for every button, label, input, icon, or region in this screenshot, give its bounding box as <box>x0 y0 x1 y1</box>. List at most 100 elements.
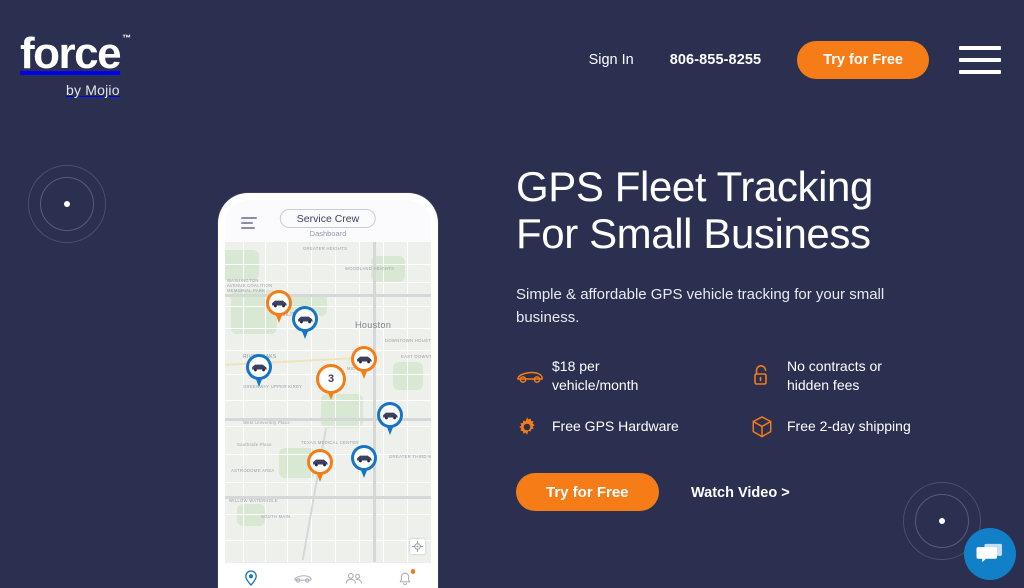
nav-try-for-free-button[interactable]: Try for Free <box>797 41 929 79</box>
feature-line-1: No contracts or <box>787 358 882 375</box>
car-icon <box>356 455 372 462</box>
app-top-bar: Service Crew Dashboard <box>225 200 431 242</box>
cluster-count-badge: 3 <box>319 367 343 391</box>
pin-bubble: 3 <box>316 364 346 394</box>
map-marker-vehicle[interactable] <box>351 445 377 479</box>
map-area-label: Southside Place <box>237 442 272 447</box>
hero-copy-column: GPS Fleet Tracking For Small Business Si… <box>516 163 986 512</box>
map-street <box>225 264 431 265</box>
map-street <box>407 242 408 562</box>
chat-bubble-icon <box>976 543 1002 563</box>
map-street <box>359 242 360 562</box>
map-area-label: West University Place <box>243 420 290 425</box>
hamburger-menu-icon[interactable] <box>959 46 1001 74</box>
logo[interactable]: force ™ by Mojio <box>20 32 210 99</box>
pin-bubble <box>307 449 333 475</box>
bottom-nav-bell-icon[interactable] <box>394 567 416 588</box>
logo-word-text: force <box>20 29 122 78</box>
feature-label: $18 per vehicle/month <box>552 357 638 395</box>
gear-icon <box>516 416 552 438</box>
feature-item-free-hardware: Free GPS Hardware <box>516 415 751 439</box>
map-area-label: GREATER HEIGHTS <box>303 246 348 251</box>
crosshair-locate-icon[interactable] <box>410 539 425 554</box>
watch-video-link[interactable]: Watch Video > <box>691 485 790 501</box>
map-area-label: SOUTH MAIN <box>261 514 291 519</box>
feature-item-no-contracts: No contracts or hidden fees <box>751 357 986 395</box>
map-park <box>393 362 423 390</box>
hamburger-bar <box>959 70 1001 74</box>
unlock-icon <box>751 364 787 388</box>
map-area-label: WILLOW WATERHOLE <box>229 498 279 503</box>
bottom-nav-car-icon[interactable] <box>291 567 313 588</box>
feature-line-2: hidden fees <box>787 376 860 393</box>
map-highway <box>373 242 376 562</box>
logo-wordmark: force ™ <box>20 32 210 76</box>
map-street <box>225 350 431 351</box>
map-view[interactable]: GREATER HEIGHTS WOODLAND HEIGHTS WASHING… <box>225 242 431 562</box>
pin-vehicle-photo <box>249 357 269 377</box>
pin-vehicle-photo <box>354 448 374 468</box>
feature-line-1: Free GPS Hardware <box>552 418 679 435</box>
feature-line-1: $18 per <box>552 358 600 375</box>
logo-trademark: ™ <box>122 33 131 43</box>
bottom-nav-people-icon[interactable] <box>343 567 365 588</box>
nav-sign-in-link[interactable]: Sign In <box>589 52 634 68</box>
hamburger-bar <box>241 227 255 229</box>
map-street <box>335 242 336 562</box>
phone-screen: Service Crew Dashboard GREATER HEIGHTS W… <box>225 200 431 588</box>
map-park <box>225 250 259 280</box>
pin-bubble <box>351 346 377 372</box>
map-marker-vehicle[interactable] <box>377 402 403 436</box>
hamburger-bar <box>241 217 257 219</box>
car-icon <box>251 364 267 371</box>
headline-line-1: GPS Fleet Tracking <box>516 163 873 210</box>
map-street <box>225 306 431 307</box>
feature-label: Free 2-day shipping <box>787 417 911 436</box>
target-center-dot <box>64 201 70 207</box>
decorative-target-circle-left <box>28 165 106 243</box>
phone-mockup: Service Crew Dashboard GREATER HEIGHTS W… <box>218 193 438 588</box>
pin-bubble <box>351 445 377 471</box>
map-marker-vehicle[interactable] <box>266 290 292 324</box>
pin-bubble <box>292 306 318 332</box>
map-marker-vehicle[interactable] <box>307 449 333 483</box>
pin-bubble <box>266 290 292 316</box>
app-bottom-navigation <box>225 562 431 588</box>
feature-item-price: $18 per vehicle/month <box>516 357 751 395</box>
logo-subtitle: by Mojio <box>66 82 120 98</box>
car-icon <box>297 316 313 323</box>
map-marker-cluster[interactable]: 3 <box>316 364 346 402</box>
car-icon <box>271 300 287 307</box>
feature-label: Free GPS Hardware <box>552 417 679 436</box>
bottom-nav-location-pin-icon[interactable] <box>240 567 262 588</box>
chat-widget-button[interactable] <box>964 528 1016 580</box>
map-highway <box>225 294 431 297</box>
hero-subheading: Simple & affordable GPS vehicle tracking… <box>516 286 885 326</box>
pin-vehicle-photo <box>310 452 330 472</box>
app-subtitle: Dashboard <box>309 229 347 238</box>
hero-try-for-free-button[interactable]: Try for Free <box>516 473 659 512</box>
pin-bubble <box>246 354 272 380</box>
hamburger-bar <box>959 46 1001 50</box>
map-marker-vehicle[interactable] <box>292 306 318 340</box>
nav-phone-link[interactable]: 806-855-8255 <box>670 52 762 68</box>
hamburger-bar <box>241 222 253 224</box>
pin-bubble <box>377 402 403 428</box>
feature-line-2: vehicle/month <box>552 376 639 393</box>
pin-vehicle-photo <box>380 405 400 425</box>
map-marker-vehicle[interactable] <box>351 346 377 380</box>
app-hamburger-menu-icon[interactable] <box>241 217 257 229</box>
hamburger-bar <box>959 58 1001 62</box>
feature-label: No contracts or hidden fees <box>787 357 882 395</box>
app-group-selector[interactable]: Service Crew <box>279 209 377 228</box>
map-marker-vehicle[interactable] <box>246 354 272 388</box>
pin-vehicle-photo <box>354 349 374 369</box>
car-icon <box>356 356 372 363</box>
feature-item-free-shipping: Free 2-day shipping <box>751 415 986 439</box>
page-title: GPS Fleet Tracking For Small Business <box>516 163 986 257</box>
car-icon <box>382 412 398 419</box>
map-area-label: DOWNTOWN HOUSTON <box>385 338 431 343</box>
map-street <box>225 540 431 541</box>
map-street <box>225 328 431 329</box>
car-icon <box>312 459 328 466</box>
